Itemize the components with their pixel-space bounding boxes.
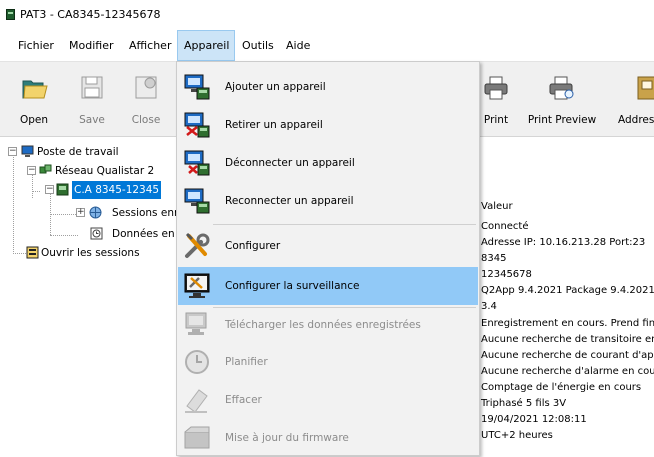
print-preview-icon: [549, 76, 574, 100]
value-column-header: Valeur: [481, 201, 513, 212]
menu-item-update-firmware[interactable]: Mise à jour du firmware: [178, 419, 478, 457]
value-cell: UTC+2 heures: [481, 430, 553, 441]
title-bar: PAT3 - CA8345-12345678: [0, 0, 654, 30]
value-cell: Triphasé 5 fils 3V: [481, 398, 567, 409]
menu-outils[interactable]: Outils: [236, 30, 280, 61]
address-button[interactable]: Addres: [618, 66, 654, 132]
appareil-dropdown-menu: Ajouter un appareil Retirer un appareil …: [176, 61, 480, 456]
address-book-icon: [637, 76, 654, 100]
value-cell: Aucune recherche de courant d'appe: [481, 350, 654, 361]
value-cell: 3.4: [481, 301, 497, 312]
open-sessions-icon: [26, 246, 39, 259]
device-icon: [56, 183, 69, 196]
menu-item-schedule[interactable]: Planifier: [178, 343, 478, 381]
reconnect-device-icon: [184, 188, 210, 214]
value-cell: Aucune recherche de transitoire en: [481, 334, 654, 345]
remove-device-icon: [184, 112, 210, 138]
menu-appareil[interactable]: Appareil: [177, 30, 235, 61]
schedule-clock-icon: [185, 350, 209, 374]
value-cell: Enregistrement en cours. Prend fin:: [481, 318, 654, 329]
close-document-icon: [135, 76, 157, 99]
computer-icon: [21, 145, 34, 157]
menu-item-configure[interactable]: Configurer: [178, 227, 478, 265]
value-cell: Adresse IP: 10.16.213.28 Port:23: [481, 237, 646, 248]
download-data-icon: [185, 312, 207, 335]
value-cell: Aucune recherche d'alarme en cours: [481, 366, 654, 377]
floppy-disk-icon: [81, 76, 103, 99]
menu-separator: [213, 224, 476, 225]
network-icon: [39, 164, 52, 174]
menu-item-remove-device[interactable]: Retirer un appareil: [178, 106, 478, 144]
value-cell: Q2App 9.4.2021 Package 9.4.2021: [481, 285, 654, 296]
menu-aide[interactable]: Aide: [280, 30, 316, 61]
menu-item-erase[interactable]: Effacer: [178, 381, 478, 419]
save-button[interactable]: Save: [72, 66, 112, 132]
device-tree: − Poste de travail − Réseau Qualistar 2 …: [0, 137, 178, 456]
value-cell: Comptage de l'énergie en cours: [481, 382, 642, 393]
disconnect-device-icon: [184, 150, 210, 176]
monitoring-config-icon: [184, 273, 210, 298]
firmware-update-icon: [184, 426, 210, 449]
value-cell: 19/04/2021 12:08:11: [481, 414, 587, 425]
menu-item-disconnect-device[interactable]: Déconnecter un appareil: [178, 144, 478, 182]
menu-item-add-device[interactable]: Ajouter un appareil: [178, 68, 478, 106]
menu-modifier[interactable]: Modifier: [63, 30, 119, 61]
eraser-icon: [185, 389, 208, 413]
menu-item-reconnect-device[interactable]: Reconnecter un appareil: [178, 182, 478, 220]
print-button[interactable]: Print: [477, 66, 515, 132]
properties-panel: Valeur Connecté Adresse IP: 10.16.213.28…: [475, 195, 654, 456]
open-folder-icon: [22, 80, 48, 99]
menu-item-configure-monitoring[interactable]: Configurer la surveillance: [178, 267, 478, 305]
wrench-screwdriver-icon: [185, 232, 210, 258]
menu-item-download-data[interactable]: Télécharger les données enregistrées: [178, 306, 478, 344]
app-icon: [6, 9, 15, 20]
print-preview-button[interactable]: Print Preview: [524, 66, 600, 132]
menu-fichier[interactable]: Fichier: [12, 30, 60, 61]
clock-data-icon: [90, 227, 103, 240]
menu-bar: Fichier Modifier Afficher Appareil Outil…: [0, 30, 654, 61]
window-title: PAT3 - CA8345-12345678: [20, 8, 161, 21]
open-button[interactable]: Open: [14, 66, 54, 132]
add-device-icon: [184, 74, 210, 100]
value-cell: Connecté: [481, 221, 529, 232]
menu-afficher[interactable]: Afficher: [123, 30, 177, 61]
sessions-globe-icon: [89, 206, 102, 219]
printer-icon: [484, 76, 508, 100]
value-cell: 8345: [481, 253, 507, 264]
value-cell: 12345678: [481, 269, 532, 280]
close-button[interactable]: Close: [126, 66, 166, 132]
